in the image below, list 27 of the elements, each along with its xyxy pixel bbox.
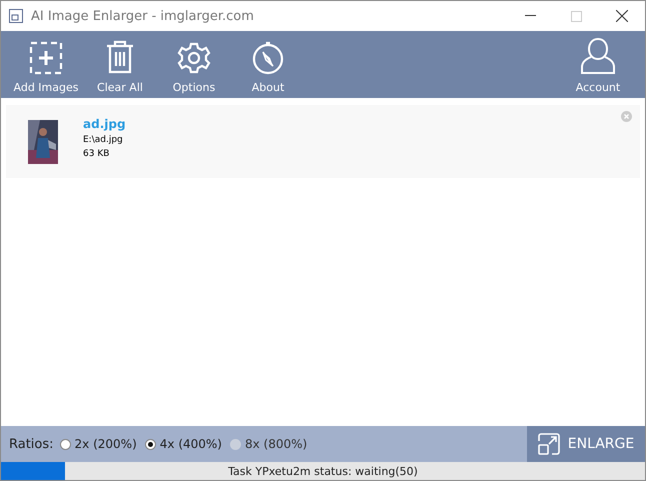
account-button[interactable]: Account — [561, 31, 635, 98]
trash-icon — [104, 39, 136, 75]
ratios-label: Ratios: — [9, 436, 54, 452]
toolbar-button[interactable]: Options — [157, 31, 231, 98]
file-name: ad.jpg — [83, 116, 126, 130]
compass-icon — [251, 39, 285, 75]
file-card[interactable]: ad.jpg E:\ad.jpg 63 KB — [6, 105, 640, 178]
window-title: AI Image Enlarger - imglarger.com — [31, 8, 255, 24]
ratio-label: 2x (200%) — [74, 437, 137, 451]
toolbar-button[interactable]: Clear All — [83, 31, 157, 98]
expand-icon — [538, 433, 560, 455]
status-text: Task YPxetu2m status: waiting(50) — [228, 464, 418, 478]
file-path: E:\ad.jpg — [83, 134, 124, 144]
minimize-icon[interactable] — [524, 15, 536, 17]
file-size: 63 KB — [83, 148, 110, 158]
ratio-label: 8x (800%) — [245, 437, 308, 451]
enlarge-button[interactable]: ENLARGE — [527, 426, 645, 462]
app-icon — [9, 9, 23, 23]
toolbar-button[interactable]: About — [231, 31, 305, 98]
settings-icon — [177, 41, 211, 75]
user-icon — [580, 37, 616, 75]
ratio-label: 4x (400%) — [160, 437, 222, 451]
close-icon[interactable] — [616, 10, 628, 22]
radio-button[interactable] — [144, 438, 156, 450]
radio-button[interactable] — [60, 438, 71, 450]
add-icon — [29, 41, 63, 75]
toolbar-button[interactable]: Add Images — [9, 31, 83, 98]
